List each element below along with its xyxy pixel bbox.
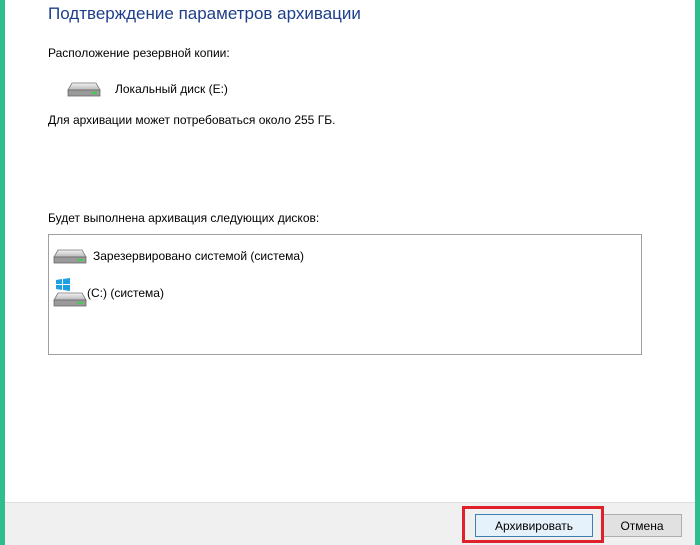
backup-button[interactable]: Архивировать	[475, 514, 593, 537]
page-title: Подтверждение параметров архивации	[48, 4, 361, 23]
cancel-button[interactable]: Отмена	[602, 514, 682, 537]
windows-drive-icon	[53, 278, 87, 307]
list-item: (C:) (система)	[53, 278, 164, 308]
hard-drive-icon	[53, 249, 87, 264]
disk-label: Зарезервировано системой (система)	[93, 249, 305, 263]
hard-drive-icon	[67, 82, 101, 97]
dialog-footer: Архивировать Отмена	[5, 502, 695, 545]
disks-list[interactable]: Зарезервировано системой (система) (C:) …	[48, 234, 642, 355]
backup-target: Локальный диск (E:)	[67, 80, 228, 98]
disks-list-label: Будет выполнена архивация следующих диск…	[48, 211, 320, 225]
backup-target-label: Локальный диск (E:)	[115, 82, 228, 96]
size-note: Для архивации может потребоваться около …	[48, 113, 336, 127]
window-frame-right	[695, 0, 700, 545]
backup-location-label: Расположение резервной копии:	[48, 46, 230, 60]
dialog-content: Подтверждение параметров архивации Распо…	[5, 0, 695, 502]
disk-label: (C:) (система)	[87, 286, 164, 300]
list-item: Зарезервировано системой (система)	[53, 247, 304, 265]
